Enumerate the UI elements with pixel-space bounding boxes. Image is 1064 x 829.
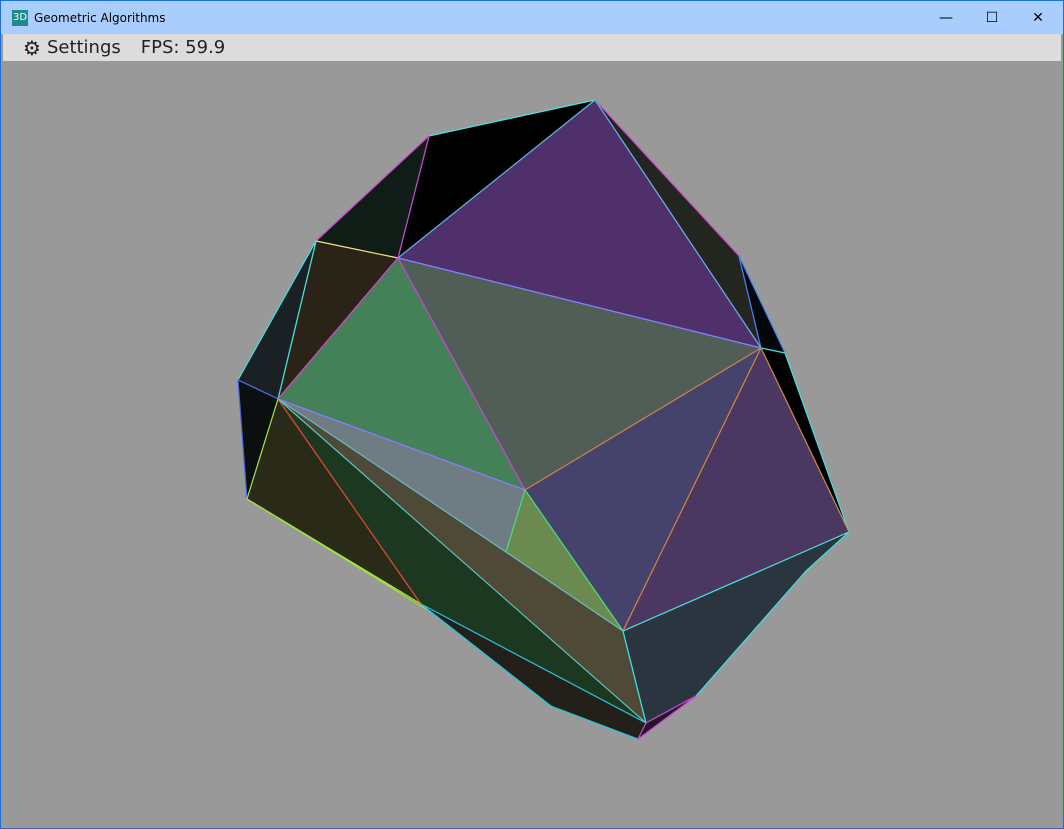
title-bar: 3D Geometric Algorithms — ☐ ✕ bbox=[1, 1, 1063, 34]
3d-viewport[interactable] bbox=[3, 61, 1061, 827]
app-window: 3D Geometric Algorithms — ☐ ✕ ⚙ Settings… bbox=[0, 0, 1064, 829]
minimize-button[interactable]: — bbox=[923, 1, 969, 34]
settings-menu[interactable]: Settings bbox=[47, 37, 121, 58]
window-title: Geometric Algorithms bbox=[34, 10, 166, 25]
fps-counter: FPS: 59.9 bbox=[140, 37, 226, 58]
menu-bar: ⚙ Settings FPS: 59.9 bbox=[3, 34, 1061, 61]
app-icon: 3D bbox=[12, 9, 28, 26]
gear-icon[interactable]: ⚙ bbox=[23, 36, 41, 60]
close-button[interactable]: ✕ bbox=[1015, 1, 1061, 34]
maximize-button[interactable]: ☐ bbox=[969, 1, 1015, 34]
